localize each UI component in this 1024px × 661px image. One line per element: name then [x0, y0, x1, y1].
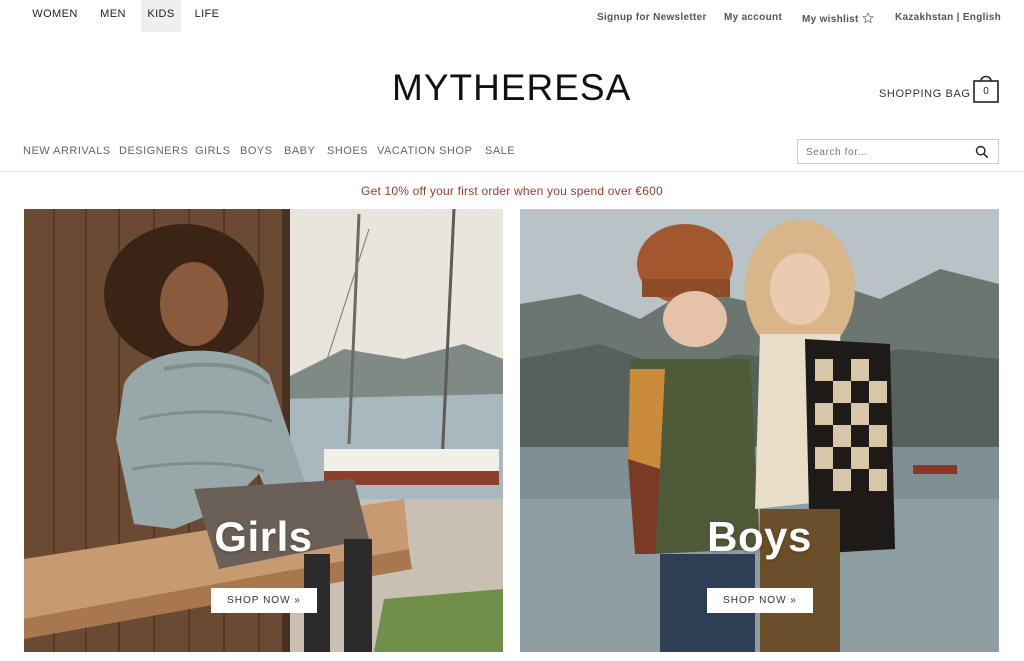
dept-link-men[interactable]: MEN	[94, 0, 132, 32]
search-box	[797, 139, 999, 164]
nav-girls[interactable]: GIRLS	[195, 145, 231, 157]
search-input[interactable]	[806, 144, 966, 160]
girls-tile[interactable]: Girls SHOP NOW »	[24, 209, 503, 652]
nav-sale[interactable]: SALE	[485, 145, 515, 157]
shopping-bag-link[interactable]: SHOPPING BAG	[879, 88, 971, 100]
top-bar: WOMEN MEN KIDS LIFE Signup for Newslette…	[0, 0, 1024, 34]
boys-hero-image	[520, 209, 999, 652]
boys-tile[interactable]: Boys SHOP NOW »	[520, 209, 999, 652]
nav-new-arrivals[interactable]: NEW ARRIVALS	[23, 145, 111, 157]
wishlist-label: My wishlist	[802, 14, 859, 25]
search-icon[interactable]	[975, 145, 989, 159]
nav-vacation-shop[interactable]: VACATION SHOP	[377, 145, 472, 157]
boys-title: Boys	[707, 513, 812, 560]
locale-selector[interactable]: Kazakhstan | English	[895, 12, 1001, 23]
dept-link-women[interactable]: WOMEN	[24, 0, 86, 32]
newsletter-link[interactable]: Signup for Newsletter	[597, 12, 707, 23]
shop-boys-button[interactable]: SHOP NOW »	[707, 588, 813, 613]
dept-link-life[interactable]: LIFE	[190, 0, 224, 32]
mytheresa-logo[interactable]: MYTHERESA	[392, 66, 632, 110]
shop-girls-button[interactable]: SHOP NOW »	[211, 588, 317, 613]
nav-baby[interactable]: BABY	[284, 145, 315, 157]
nav-shoes[interactable]: SHOES	[327, 145, 368, 157]
girls-title: Girls	[214, 513, 313, 560]
girls-hero-image	[24, 209, 503, 652]
logo-text: MYTHERESA	[392, 67, 632, 108]
header-divider	[0, 171, 1024, 172]
promo-banner[interactable]: Get 10% off your first order when you sp…	[0, 184, 1024, 198]
wishlist-link[interactable]: My wishlist	[802, 12, 874, 25]
star-icon	[861, 12, 874, 24]
nav-designers[interactable]: DESIGNERS	[119, 145, 188, 157]
dept-link-kids[interactable]: KIDS	[141, 0, 181, 32]
nav-boys[interactable]: BOYS	[240, 145, 273, 157]
bag-count: 0	[983, 86, 989, 97]
my-account-link[interactable]: My account	[724, 12, 782, 23]
